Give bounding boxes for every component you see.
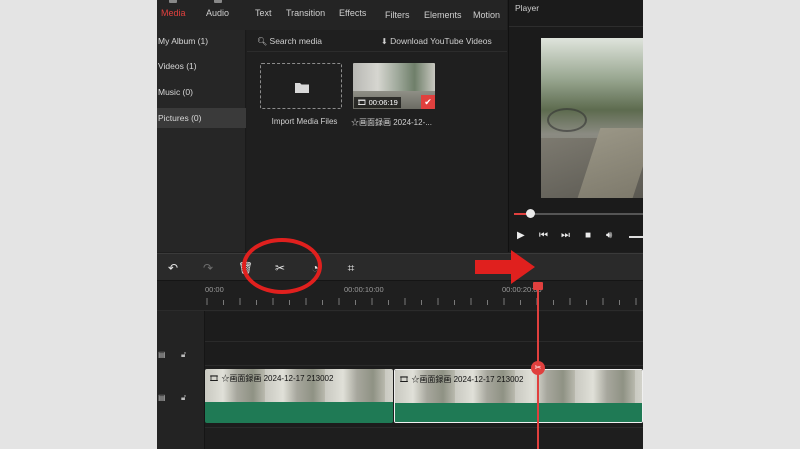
tab-audio[interactable]: Audio: [206, 0, 230, 18]
clip-duration: 🎞︎ 00:06:19: [354, 97, 401, 108]
tab-label: Filters: [385, 10, 410, 20]
sidebar-item-pictures[interactable]: Pictures (0): [157, 108, 246, 128]
clip-label: 🎞︎ ☆画面録画 2024-12-17 213002: [209, 373, 333, 384]
player-panel: Player ▶ ⏮ ⏭ ■ 🔊︎: [508, 0, 643, 252]
ruler-ticks: [206, 298, 637, 305]
lock-icon[interactable]: 🔓︎: [181, 394, 186, 402]
film-icon: 🎞︎: [399, 375, 410, 384]
player-divider: [509, 26, 643, 27]
audio-tab-icon: [213, 0, 222, 3]
tab-filters[interactable]: Filters: [385, 10, 410, 20]
import-media-button[interactable]: [260, 63, 342, 109]
tab-elements[interactable]: Elements: [424, 10, 462, 20]
play-icon[interactable]: ▶: [517, 231, 525, 241]
search-icon: 🔍︎: [257, 37, 268, 46]
category-tabs: Media Audio Text Transition Effects Filt…: [157, 0, 507, 30]
album-sidebar: My Album (1) Videos (1) Music (0) Pictur…: [157, 30, 246, 252]
timeline-ruler[interactable]: 00:00 00:00:10:00 00:00:20:00: [157, 281, 643, 311]
sidebar-item-label: Videos (1): [158, 61, 197, 71]
split-marker-icon[interactable]: ✂: [531, 361, 545, 375]
preview-bicycle: [547, 108, 587, 132]
redo-icon[interactable]: ↷: [201, 260, 215, 276]
sidebar-item-label: My Album (1): [158, 36, 209, 46]
media-tab-icon: [169, 0, 178, 3]
film-icon: 🎞︎: [209, 374, 220, 383]
video-preview: [541, 38, 643, 198]
skip-back-icon[interactable]: ⏮: [539, 231, 548, 241]
timeline-clip[interactable]: 🎞︎ ☆画面録画 2024-12-17 213002: [205, 369, 393, 423]
sidebar-item-my-album[interactable]: My Album (1): [157, 31, 246, 51]
folder-icon: [295, 83, 309, 93]
video-editor-window: Media Audio Text Transition Effects Filt…: [157, 0, 643, 449]
track-type-icon: ▤: [158, 350, 166, 359]
seek-handle[interactable]: [525, 209, 535, 218]
tab-label: Effects: [339, 8, 367, 18]
tab-effects[interactable]: Effects: [339, 8, 366, 18]
film-track-icon: ▤: [158, 393, 166, 402]
duration-text: 00:06:19: [368, 98, 398, 107]
tab-label: Media: [161, 8, 186, 18]
download-youtube-label: Download YouTube Videos: [390, 36, 492, 46]
tab-label: Motion: [473, 10, 501, 20]
highlight-circle: [242, 238, 322, 294]
media-toolbar: 🔍︎ Search media ⬇ Download YouTube Video…: [247, 30, 507, 52]
empty-track: [205, 312, 643, 342]
volume-icon[interactable]: 🔊︎: [606, 231, 612, 241]
skip-forward-icon[interactable]: ⏭: [561, 231, 570, 241]
timeline-clip-selected[interactable]: 🎞︎ ☆画面録画 2024-12-17 213002: [394, 369, 643, 423]
media-item-name: ☆画面録画 2024-12-...: [351, 118, 432, 127]
player-title: Player: [515, 3, 540, 13]
download-youtube-button[interactable]: ⬇ Download YouTube Videos: [381, 36, 492, 46]
sidebar-item-label: Music (0): [158, 87, 193, 97]
clip-audio: [395, 403, 642, 422]
clip-name: ☆画面録画 2024-12-17 213002: [411, 375, 524, 384]
film-icon: 🎞︎: [357, 98, 367, 107]
media-library: 🔍︎ Search media ⬇ Download YouTube Video…: [247, 30, 507, 252]
ruler-label: 00:00:10:00: [344, 285, 384, 294]
edit-toolbar: ↶ ↷ 🗑︎ ✂ ◔ ⌗: [157, 253, 643, 281]
tab-label: Elements: [424, 10, 462, 20]
import-media-label: Import Media Files: [271, 117, 338, 126]
overlay-track: [205, 342, 643, 366]
search-media-button[interactable]: 🔍︎ Search media: [257, 36, 322, 46]
tab-media[interactable]: Media: [161, 0, 186, 18]
sidebar-item-music[interactable]: Music (0): [157, 82, 246, 102]
tab-transition[interactable]: Transition: [286, 8, 325, 18]
undo-icon[interactable]: ↶: [166, 260, 180, 276]
tab-motion[interactable]: Motion: [473, 10, 500, 20]
checkmark-icon: ✔: [421, 95, 435, 109]
ruler-label: 00:00: [205, 285, 224, 294]
search-media-label: Search media: [269, 36, 322, 46]
sidebar-item-videos[interactable]: Videos (1): [157, 56, 246, 76]
crop-icon[interactable]: ⌗: [344, 260, 358, 276]
media-thumbnail[interactable]: 🎞︎ 00:06:19 ✔: [353, 63, 435, 109]
lock-icon[interactable]: 🔓︎: [181, 351, 186, 359]
volume-slider[interactable]: [629, 236, 643, 238]
tab-text[interactable]: Text: [255, 8, 272, 18]
download-icon: ⬇: [381, 37, 388, 46]
clip-name: ☆画面録画 2024-12-17 213002: [221, 374, 334, 383]
annotation-arrow: [475, 250, 535, 284]
stop-icon[interactable]: ■: [585, 231, 591, 241]
sidebar-item-label: Pictures (0): [158, 113, 202, 123]
tab-label: Text: [255, 8, 272, 18]
clip-label: 🎞︎ ☆画面録画 2024-12-17 213002: [399, 374, 523, 385]
clip-audio: [205, 402, 393, 423]
tab-label: Audio: [206, 8, 230, 18]
tab-label: Transition: [286, 8, 326, 18]
